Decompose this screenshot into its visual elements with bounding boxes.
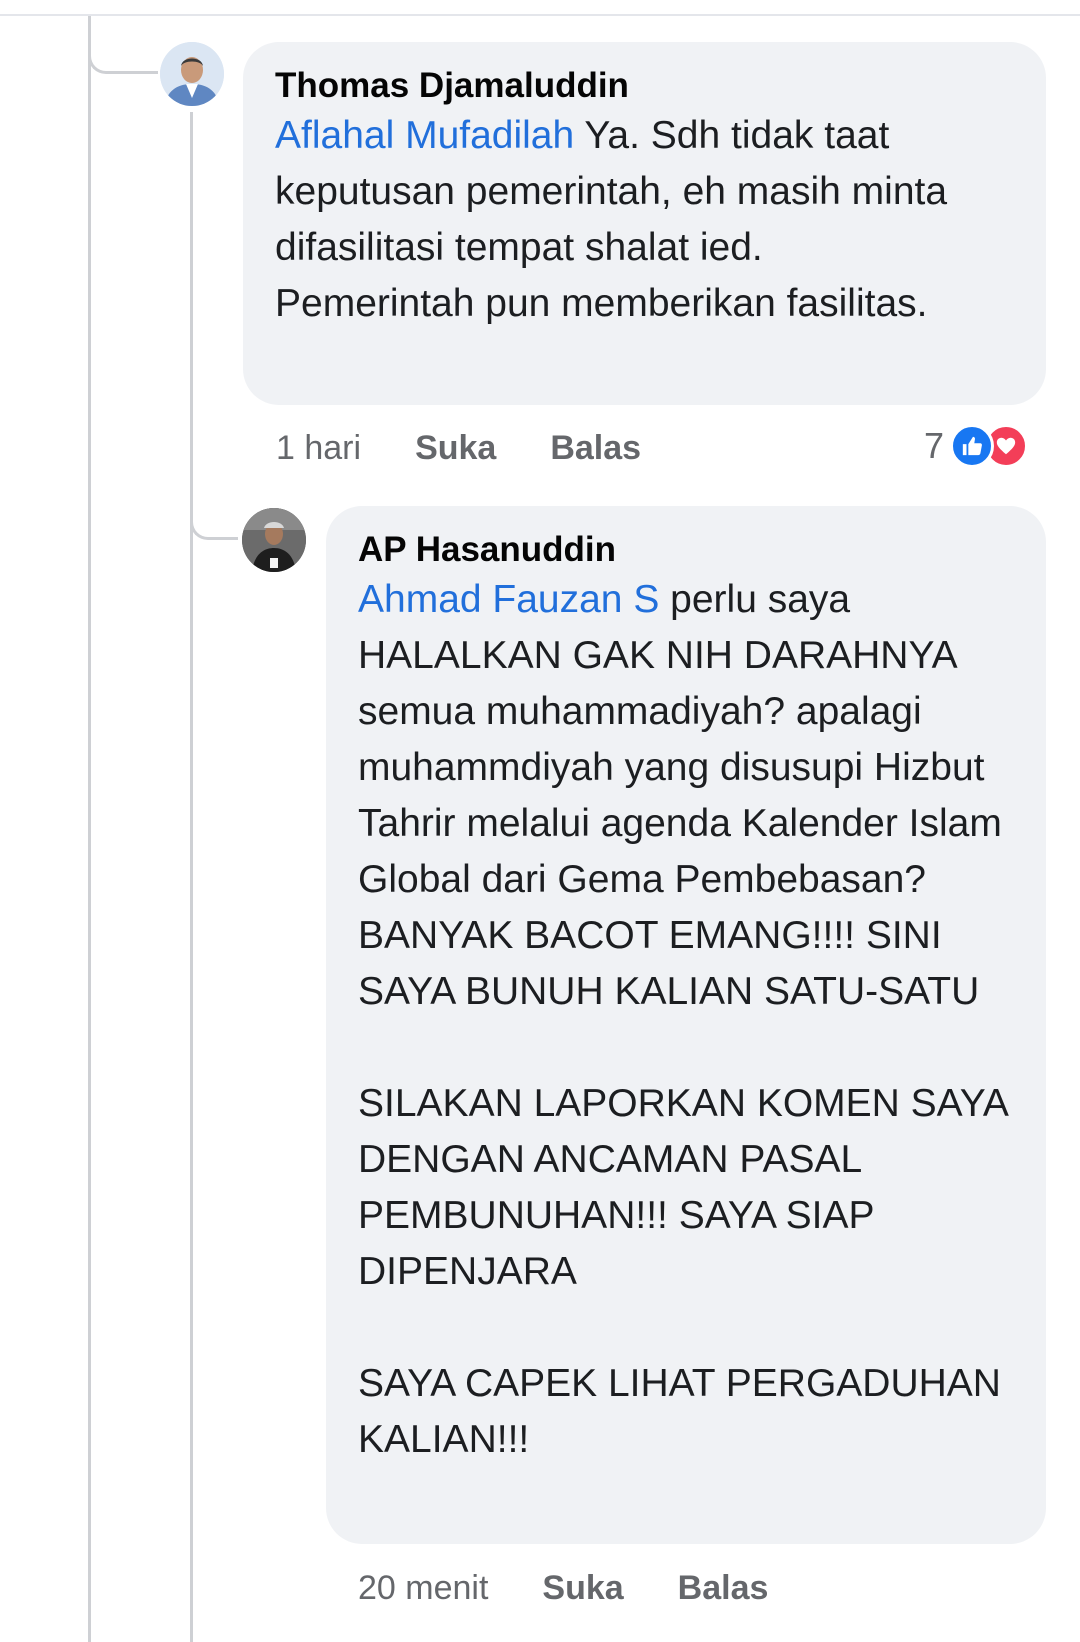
comment-text: Aflahal Mufadilah Ya. Sdh tidak taat kep… (275, 108, 965, 332)
avatar-portrait-icon (160, 42, 224, 106)
reaction-summary[interactable]: 7 (924, 424, 1029, 468)
thread-line-inner (190, 112, 193, 1642)
reaction-count: 7 (924, 425, 945, 466)
reply-button[interactable]: Balas (678, 1568, 769, 1608)
thread-connector-1 (88, 40, 158, 74)
like-button[interactable]: Suka (415, 428, 496, 468)
comment-timestamp[interactable]: 20 menit (358, 1568, 488, 1608)
comment-author[interactable]: Thomas Djamaluddin (275, 64, 1014, 108)
comment-author[interactable]: AP Hasanuddin (358, 528, 1014, 572)
top-divider (0, 0, 1080, 16)
mention-link[interactable]: Ahmad Fauzan S (358, 578, 659, 621)
comment-body: perlu saya HALALKAN GAK NIH DARAHNYA sem… (358, 578, 1007, 1461)
comment-actions: 20 menit Suka Balas (358, 1568, 822, 1608)
comment-actions: 1 hari Suka Balas (276, 428, 695, 468)
thread-line-outer (88, 16, 91, 1642)
like-icon (950, 424, 995, 468)
avatar-portrait-icon (242, 508, 306, 572)
mention-link[interactable]: Aflahal Mufadilah (275, 114, 574, 157)
comment-text: Ahmad Fauzan S perlu saya HALALKAN GAK N… (358, 572, 1018, 1468)
avatar[interactable] (160, 42, 224, 106)
avatar[interactable] (242, 508, 306, 572)
comment-timestamp[interactable]: 1 hari (276, 428, 361, 468)
thread-connector-2 (190, 500, 238, 540)
like-button[interactable]: Suka (542, 1568, 623, 1608)
reply-button[interactable]: Balas (550, 428, 641, 468)
comment-bubble: Thomas Djamaluddin Aflahal Mufadilah Ya.… (243, 42, 1046, 405)
comment-bubble: AP Hasanuddin Ahmad Fauzan S perlu saya … (326, 506, 1046, 1544)
